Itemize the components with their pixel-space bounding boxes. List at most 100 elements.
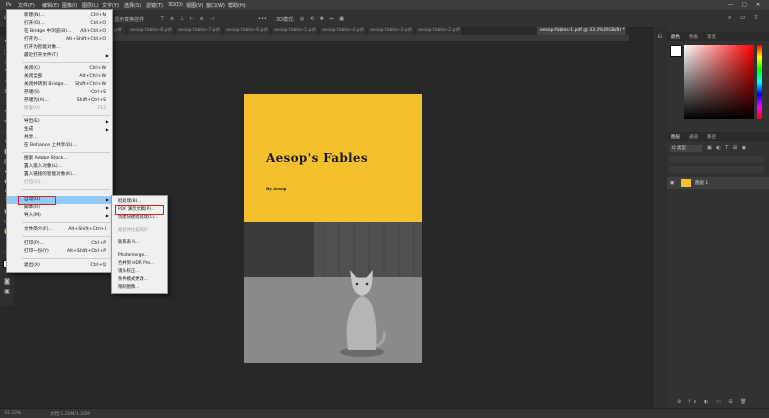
tab-aesop-3[interactable]: aesop-fables-3.pdf bbox=[367, 27, 415, 35]
menu-separator bbox=[22, 236, 110, 237]
menu-edit[interactable]: 编辑(E) bbox=[42, 2, 59, 9]
menu-item-open-smart-object[interactable]: 打开为智能对象... bbox=[7, 44, 112, 52]
foreground-color-chip[interactable] bbox=[670, 45, 682, 57]
menu-item-place-linked[interactable]: 置入链接的智能对象(K)... bbox=[7, 171, 112, 179]
menu-item-package[interactable]: 打包(G)... bbox=[7, 179, 112, 187]
menu-view[interactable]: 视图(V) bbox=[186, 2, 203, 9]
show-transform-controls-checkbox[interactable]: ☐ 显示变换控件 bbox=[108, 16, 144, 23]
more-options-icon[interactable]: ••• bbox=[258, 16, 267, 22]
highlight-box-pdf-presentation bbox=[115, 205, 164, 215]
tab-gradients[interactable]: 渐变 bbox=[707, 34, 716, 40]
quick-mask-icon[interactable]: ◙ bbox=[3, 278, 11, 286]
menu-item-exit[interactable]: 退出(X) Ctrl+Q bbox=[7, 262, 112, 270]
visibility-eye-icon[interactable]: ◉ bbox=[670, 180, 674, 186]
menu-item-print-one-copy[interactable]: 打印一份(Y) Alt+Shift+Ctrl+P bbox=[7, 248, 112, 256]
history-panel-icon[interactable]: ⎌ bbox=[656, 33, 664, 41]
menu-item-open[interactable]: 打开(O)... Ctrl+O bbox=[7, 20, 112, 28]
layer-filter-icons[interactable]: ▣ ◐ T ⊞ ◉ bbox=[707, 145, 748, 151]
menu-item-place-embedded[interactable]: 置入嵌入对象(L)... bbox=[7, 163, 112, 171]
tab-aesop-8[interactable]: aesop-fables-8.pdf bbox=[127, 27, 175, 35]
tab-aesop-1-active[interactable]: aesop-fables-1.pdf @ 33.3%(RGB/8) * bbox=[537, 27, 627, 35]
menu-image[interactable]: 图像(I) bbox=[62, 2, 77, 9]
submenu-item-fit-image[interactable]: 限制图像... bbox=[112, 284, 167, 292]
menu-item-generate[interactable]: 生成 ▶ bbox=[7, 126, 112, 134]
tab-swatches[interactable]: 色板 bbox=[689, 34, 698, 40]
menu-separator bbox=[22, 189, 110, 190]
doc-size[interactable]: 文档:1.26M/1.26M bbox=[50, 411, 90, 417]
document-tab-bar: ...pdf aesop-fables-8.pdf aesop-fables-7… bbox=[107, 27, 629, 35]
menu-item-search-adobe-stock[interactable]: 搜索 Adobe Stock... bbox=[7, 155, 112, 163]
submenu-item-merge-hdr[interactable]: 合并到 HDR Pro... bbox=[112, 260, 167, 268]
workspace-icon[interactable]: ▭ bbox=[740, 14, 746, 21]
tab-label: aesop-fables-1.pdf @ 33.3%(RGB/8) * bbox=[540, 28, 625, 33]
submenu-item-photomerge[interactable]: Photomerge... bbox=[112, 252, 167, 260]
menu-item-close[interactable]: 关闭(C) Ctrl+W bbox=[7, 65, 112, 73]
document-page[interactable]: Aesop's Fables By Aesop bbox=[244, 94, 422, 363]
blend-mode-row[interactable] bbox=[670, 156, 764, 163]
menu-item-close-all[interactable]: 关闭全部 Alt+Ctrl+W bbox=[7, 73, 112, 81]
menu-type[interactable]: 文字(Y) bbox=[102, 2, 119, 9]
tab-color[interactable]: 颜色 bbox=[671, 34, 680, 40]
color-picker-field[interactable] bbox=[684, 45, 754, 119]
hue-slider[interactable] bbox=[757, 45, 762, 119]
menu-separator bbox=[22, 222, 110, 223]
zoom-level[interactable]: 33.33% bbox=[4, 411, 21, 416]
menu-file[interactable]: 文件(F) bbox=[18, 2, 35, 9]
menu-item-file-info[interactable]: 文件简介(F)... Alt+Shift+Ctrl+I bbox=[7, 226, 112, 234]
layer-name: 图层 1 bbox=[695, 181, 709, 186]
tab-aesop-4[interactable]: aesop-fables-4.pdf bbox=[319, 27, 367, 35]
menu-item-revert[interactable]: 恢复(V) F12 bbox=[7, 105, 112, 113]
tab-layers[interactable]: 图层 bbox=[671, 134, 680, 140]
submenu-item-crop-straighten[interactable]: 裁剪并拉直照片 bbox=[112, 227, 167, 235]
screen-mode-icon[interactable]: ▣ bbox=[3, 288, 11, 296]
photoshop-home-icon[interactable]: Ps bbox=[6, 2, 12, 8]
tab-aesop-6[interactable]: aesop-fables-6.pdf bbox=[223, 27, 271, 35]
menu-bar: Ps 文件(F) 编辑(E) 图像(I) 图层(L) 文字(Y) 选择(S) 滤… bbox=[0, 0, 769, 10]
menu-layer[interactable]: 图层(L) bbox=[82, 2, 99, 9]
tab-channels[interactable]: 通道 bbox=[689, 134, 698, 140]
close-icon[interactable]: ✕ bbox=[756, 2, 760, 8]
3d-mode-icons[interactable]: ◎ ⟲ ✥ ⇔ ▣ bbox=[300, 16, 346, 22]
menu-item-share-behance[interactable]: 在 Behance 上共享(D)... bbox=[7, 142, 112, 150]
layer-row[interactable]: ◉ 图层 1 bbox=[667, 177, 769, 189]
menu-item-scripts[interactable]: 脚本(R) ▶ bbox=[7, 204, 112, 212]
layer-thumbnail bbox=[681, 179, 691, 187]
menu-item-export[interactable]: 导出(E) ▶ bbox=[7, 118, 112, 126]
submenu-item-conditional-mode[interactable]: 条件模式更改... bbox=[112, 276, 167, 284]
menu-item-close-go-bridge[interactable]: 关闭并转到 Bridge... Shift+Ctrl+W bbox=[7, 81, 112, 89]
submenu-item-create-droplet[interactable]: 创建快捷批处理(C)... bbox=[112, 214, 167, 222]
tab-aesop-7[interactable]: aesop-fables-7.pdf bbox=[175, 27, 223, 35]
tab-label: aesop-fables-4.pdf bbox=[322, 28, 364, 33]
menu-select[interactable]: 选择(S) bbox=[124, 2, 141, 9]
menu-item-browse-bridge[interactable]: 在 Bridge 中浏览(B)... Alt+Ctrl+O bbox=[7, 28, 112, 36]
menu-item-recent-files[interactable]: 最近打开文件(T) ▶ bbox=[7, 52, 112, 60]
menu-item-save[interactable]: 存储(S) Ctrl+S bbox=[7, 89, 112, 97]
layer-actions-bar[interactable]: ⊕ fx ◐ ▭ ⊞ 🗑 bbox=[677, 399, 749, 405]
menu-item-new[interactable]: 新建(N)... Ctrl+N bbox=[7, 12, 112, 20]
submenu-item-lens-correction[interactable]: 镜头校正... bbox=[112, 268, 167, 276]
cat-photo-illustration bbox=[244, 222, 422, 363]
layer-filter-select[interactable]: Q 类型 bbox=[670, 145, 702, 152]
tab-aesop-2[interactable]: aesop-fables-2.pdf bbox=[415, 27, 463, 35]
menu-item-import[interactable]: 导入(M) ▶ bbox=[7, 212, 112, 220]
share-icon[interactable]: ⇪ bbox=[754, 14, 759, 21]
minimize-icon[interactable]: — bbox=[728, 2, 733, 8]
menu-3d[interactable]: 3D(D) bbox=[168, 2, 183, 8]
menu-filter[interactable]: 滤镜(T) bbox=[146, 2, 163, 9]
menu-item-share[interactable]: 共享... bbox=[7, 134, 112, 142]
menu-window[interactable]: 窗口(W) bbox=[206, 2, 225, 9]
menu-item-save-as[interactable]: 存储为(A)... Shift+Ctrl+S bbox=[7, 97, 112, 105]
lock-row[interactable] bbox=[670, 166, 764, 173]
collapsed-panels-strip: ⎌ bbox=[652, 27, 668, 408]
submenu-item-contact-sheet[interactable]: 联系表 II... bbox=[112, 239, 167, 247]
maximize-icon[interactable]: □ bbox=[742, 2, 747, 8]
align-icons[interactable]: ⊤ ≡ ⊥ ⊢ ≡ ⊣ bbox=[160, 16, 216, 22]
menu-item-print[interactable]: 打印(P)... Ctrl+P bbox=[7, 240, 112, 248]
menu-item-open-as[interactable]: 打开为... Alt+Shift+Ctrl+O bbox=[7, 36, 112, 44]
menu-help[interactable]: 帮助(H) bbox=[228, 2, 246, 9]
tab-paths[interactable]: 路径 bbox=[707, 134, 716, 140]
search-icon[interactable]: ⌕ bbox=[728, 14, 731, 22]
right-panels: 颜色 色板 渐变 图层 通道 路径 Q 类型 ▣ ◐ T ⊞ ◉ ◉ 图层 1 … bbox=[667, 27, 769, 408]
tab-label: aesop-fables-2.pdf bbox=[418, 28, 460, 33]
tab-aesop-5[interactable]: aesop-fables-5.pdf bbox=[271, 27, 319, 35]
